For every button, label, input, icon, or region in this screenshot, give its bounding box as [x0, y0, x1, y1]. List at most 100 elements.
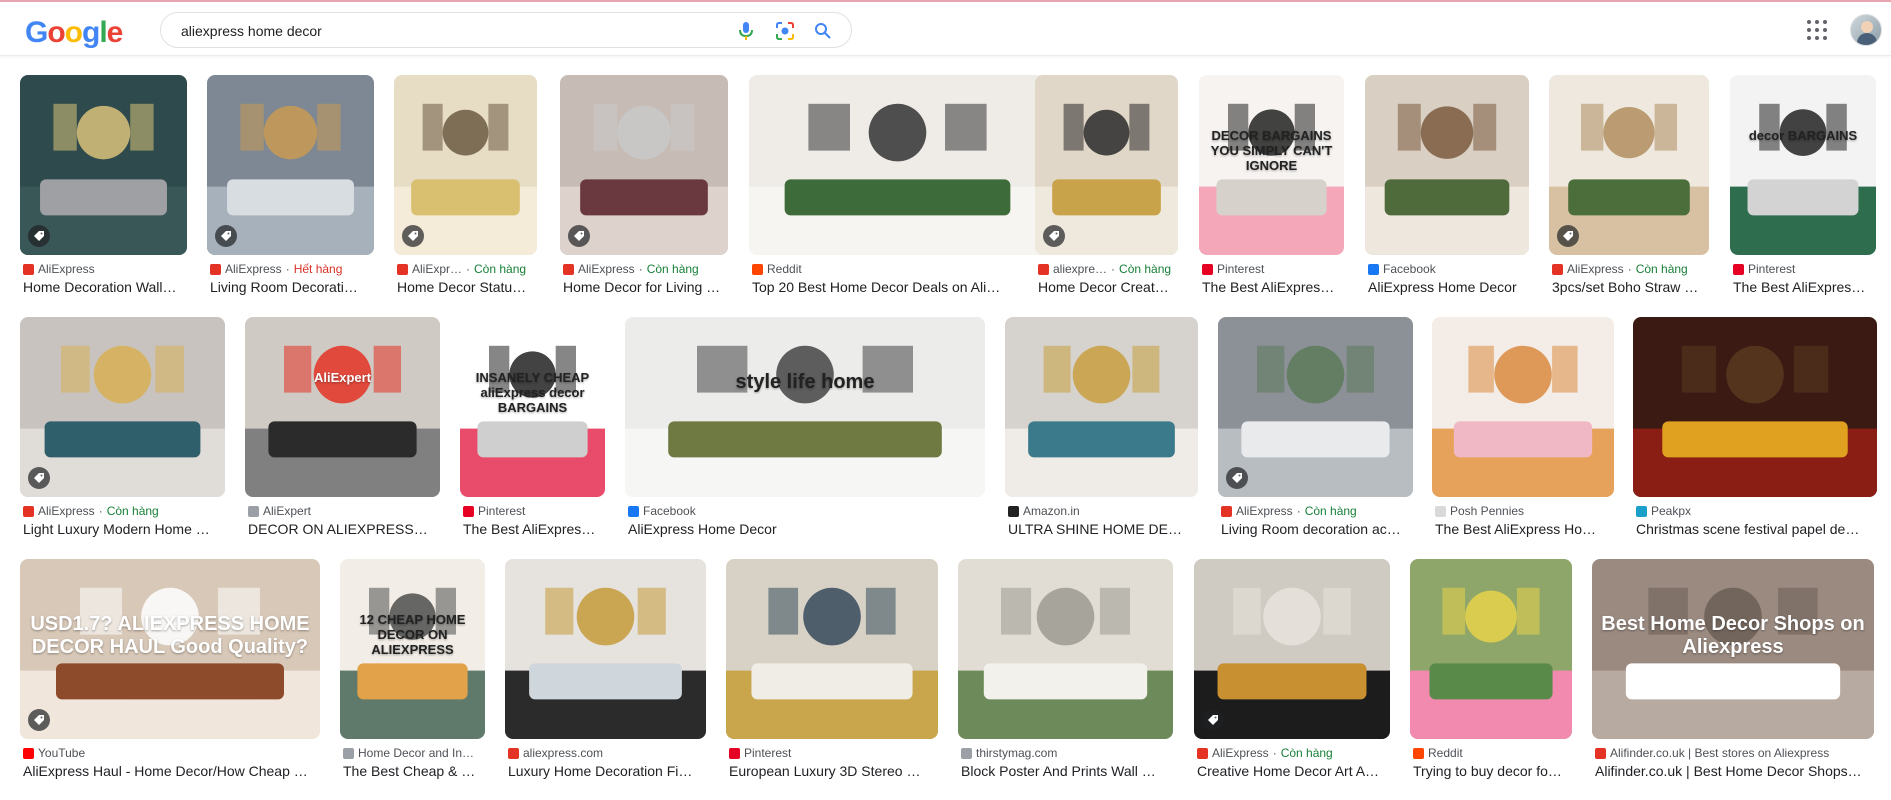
- result-title[interactable]: Home Decor for Living …: [563, 279, 727, 295]
- result-thumbnail[interactable]: [958, 559, 1173, 739]
- result-source[interactable]: Posh Pennies: [1435, 504, 1613, 518]
- result-title[interactable]: The Best AliExpres…: [463, 521, 604, 537]
- image-result-card[interactable]: AliExpress · Còn hàng Light Luxury Modern H…: [20, 317, 225, 543]
- result-thumbnail[interactable]: INSANELY CHEAP aliExpress decor BARGAINS: [460, 317, 605, 497]
- result-thumbnail[interactable]: decor BARGAINS: [1730, 75, 1876, 255]
- result-source[interactable]: Alifinder.co.uk | Best stores on Aliexpr…: [1595, 746, 1873, 760]
- result-source[interactable]: Pinterest: [729, 746, 937, 760]
- result-title[interactable]: Trying to buy decor fo…: [1413, 763, 1571, 779]
- result-source[interactable]: Pinterest: [1202, 262, 1343, 276]
- image-result-card[interactable]: Best Home Decor Shops on Aliexpress Alifi…: [1592, 559, 1874, 785]
- result-thumbnail[interactable]: [1410, 559, 1572, 739]
- image-result-card[interactable]: AliExpress · Còn hàng Creative Home Decor A…: [1194, 559, 1390, 785]
- image-result-card[interactable]: USD1.7? ALIEXPRESS HOME DECOR HAUL Good …: [20, 559, 320, 785]
- result-title[interactable]: Christmas scene festival papel de…: [1636, 521, 1876, 537]
- result-title[interactable]: Light Luxury Modern Home …: [23, 521, 224, 537]
- result-source[interactable]: Facebook: [628, 504, 984, 518]
- image-result-card[interactable]: Peakpx Christmas scene festival papel de…: [1633, 317, 1877, 543]
- result-thumbnail[interactable]: [726, 559, 938, 739]
- result-source[interactable]: aliexpre… · Còn hàng: [1038, 262, 1177, 276]
- image-result-card[interactable]: Amazon.in ULTRA SHINE HOME DE…: [1005, 317, 1198, 543]
- result-source[interactable]: AliExpress · Còn hàng: [1221, 504, 1412, 518]
- result-thumbnail[interactable]: [1432, 317, 1614, 497]
- image-result-card[interactable]: decor BARGAINS Pinterest The Best AliExpre…: [1730, 75, 1876, 301]
- result-source[interactable]: AliExpress · Còn hàng: [1552, 262, 1708, 276]
- result-title[interactable]: AliExpress Haul - Home Decor/How Cheap …: [23, 763, 319, 779]
- image-result-card[interactable]: style life home Facebook AliExpress Home D…: [625, 317, 985, 543]
- result-title[interactable]: The Best Cheap & …: [343, 763, 484, 779]
- result-source[interactable]: aliexpress.com: [508, 746, 705, 760]
- image-result-card[interactable]: INSANELY CHEAP aliExpress decor BARGAINS…: [460, 317, 605, 543]
- result-thumbnail[interactable]: [1549, 75, 1709, 255]
- result-title[interactable]: 3pcs/set Boho Straw …: [1552, 279, 1708, 295]
- result-thumbnail[interactable]: [1218, 317, 1413, 497]
- result-thumbnail[interactable]: [207, 75, 374, 255]
- image-result-card[interactable]: Pinterest European Luxury 3D Stereo …: [726, 559, 938, 785]
- result-thumbnail[interactable]: Best Home Decor Shops on Aliexpress: [1592, 559, 1874, 739]
- result-source[interactable]: Facebook: [1368, 262, 1528, 276]
- result-thumbnail[interactable]: [20, 75, 187, 255]
- result-title[interactable]: Creative Home Decor Art A…: [1197, 763, 1389, 779]
- result-title[interactable]: AliExpress Home Decor: [628, 521, 984, 537]
- result-title[interactable]: The Best AliExpress Ho…: [1435, 521, 1613, 537]
- image-result-card[interactable]: Reddit Trying to buy decor fo…: [1410, 559, 1572, 785]
- result-title[interactable]: Alifinder.co.uk | Best Home Decor Shops…: [1595, 763, 1873, 779]
- image-result-card[interactable]: Reddit Top 20 Best Home Decor Deals on Al…: [749, 75, 1046, 301]
- result-thumbnail[interactable]: [505, 559, 706, 739]
- result-thumbnail[interactable]: DECOR BARGAINS YOU SIMPLY CAN'T IGNORE: [1199, 75, 1344, 255]
- result-title[interactable]: Living Room decoration ac…: [1221, 521, 1412, 537]
- image-result-card[interactable]: AliExpr… · Còn hàng Home Decor Statu…: [394, 75, 537, 301]
- result-title[interactable]: Home Decor Statu…: [397, 279, 536, 295]
- result-thumbnail[interactable]: [1365, 75, 1529, 255]
- result-source[interactable]: Home Decor and In…: [343, 746, 484, 760]
- result-thumbnail[interactable]: [749, 75, 1046, 255]
- image-result-card[interactable]: DECOR BARGAINS YOU SIMPLY CAN'T IGNORE Pi…: [1199, 75, 1344, 301]
- result-source[interactable]: AliExpress · Còn hàng: [1197, 746, 1389, 760]
- result-thumbnail[interactable]: AliExpert: [245, 317, 440, 497]
- result-thumbnail[interactable]: [1194, 559, 1390, 739]
- result-source[interactable]: AliExpress · Hết hàng: [210, 262, 373, 276]
- result-title[interactable]: AliExpress Home Decor: [1368, 279, 1528, 295]
- result-thumbnail[interactable]: style life home: [625, 317, 985, 497]
- result-source[interactable]: Amazon.in: [1008, 504, 1197, 518]
- result-title[interactable]: European Luxury 3D Stereo …: [729, 763, 937, 779]
- result-title[interactable]: Home Decor Creat…: [1038, 279, 1177, 295]
- result-thumbnail[interactable]: [1035, 75, 1178, 255]
- result-title[interactable]: Home Decoration Wall…: [23, 279, 186, 295]
- result-source[interactable]: AliExpress · Còn hàng: [563, 262, 727, 276]
- result-title[interactable]: ULTRA SHINE HOME DE…: [1008, 521, 1197, 537]
- image-result-card[interactable]: AliExpress · Hết hàng Living Room Decorati…: [207, 75, 374, 301]
- image-result-card[interactable]: 12 CHEAP HOME DECOR ON ALIEXPRESS Home De…: [340, 559, 485, 785]
- result-thumbnail[interactable]: USD1.7? ALIEXPRESS HOME DECOR HAUL Good …: [20, 559, 320, 739]
- result-source[interactable]: YouTube: [23, 746, 319, 760]
- result-thumbnail[interactable]: 12 CHEAP HOME DECOR ON ALIEXPRESS: [340, 559, 485, 739]
- result-source[interactable]: Peakpx: [1636, 504, 1876, 518]
- result-source[interactable]: AliExpress: [23, 262, 186, 276]
- image-result-card[interactable]: AliExpert AliExpert DECOR ON ALIEXPRESS…: [245, 317, 440, 543]
- image-result-card[interactable]: Posh Pennies The Best AliExpress Ho…: [1432, 317, 1614, 543]
- image-result-card[interactable]: AliExpress · Còn hàng Home Decor for Living…: [560, 75, 728, 301]
- result-thumbnail[interactable]: [394, 75, 537, 255]
- result-thumbnail[interactable]: [1005, 317, 1198, 497]
- result-title[interactable]: The Best AliExpres…: [1202, 279, 1343, 295]
- image-result-card[interactable]: aliexpress.com Luxury Home Decoration Fi…: [505, 559, 706, 785]
- result-title[interactable]: Block Poster And Prints Wall …: [961, 763, 1172, 779]
- image-result-card[interactable]: AliExpress · Còn hàng 3pcs/set Boho Straw …: [1549, 75, 1709, 301]
- image-result-card[interactable]: AliExpress · Còn hàng Living Room decoratio…: [1218, 317, 1413, 543]
- result-source[interactable]: Pinterest: [1733, 262, 1875, 276]
- result-source[interactable]: Reddit: [1413, 746, 1571, 760]
- result-source[interactable]: thirstymag.com: [961, 746, 1172, 760]
- result-source[interactable]: Pinterest: [463, 504, 604, 518]
- result-title[interactable]: DECOR ON ALIEXPRESS…: [248, 521, 439, 537]
- image-result-card[interactable]: AliExpress Home Decoration Wall…: [20, 75, 187, 301]
- result-source[interactable]: AliExpress · Còn hàng: [23, 504, 224, 518]
- result-source[interactable]: AliExpert: [248, 504, 439, 518]
- result-title[interactable]: Top 20 Best Home Decor Deals on Ali…: [752, 279, 1045, 295]
- image-result-card[interactable]: Facebook AliExpress Home Decor: [1365, 75, 1529, 301]
- result-thumbnail[interactable]: [20, 317, 225, 497]
- result-thumbnail[interactable]: [560, 75, 728, 255]
- result-title[interactable]: Luxury Home Decoration Fi…: [508, 763, 705, 779]
- result-title[interactable]: The Best AliExpres…: [1733, 279, 1875, 295]
- image-result-card[interactable]: aliexpre… · Còn hàng Home Decor Creat…: [1035, 75, 1178, 301]
- result-thumbnail[interactable]: [1633, 317, 1877, 497]
